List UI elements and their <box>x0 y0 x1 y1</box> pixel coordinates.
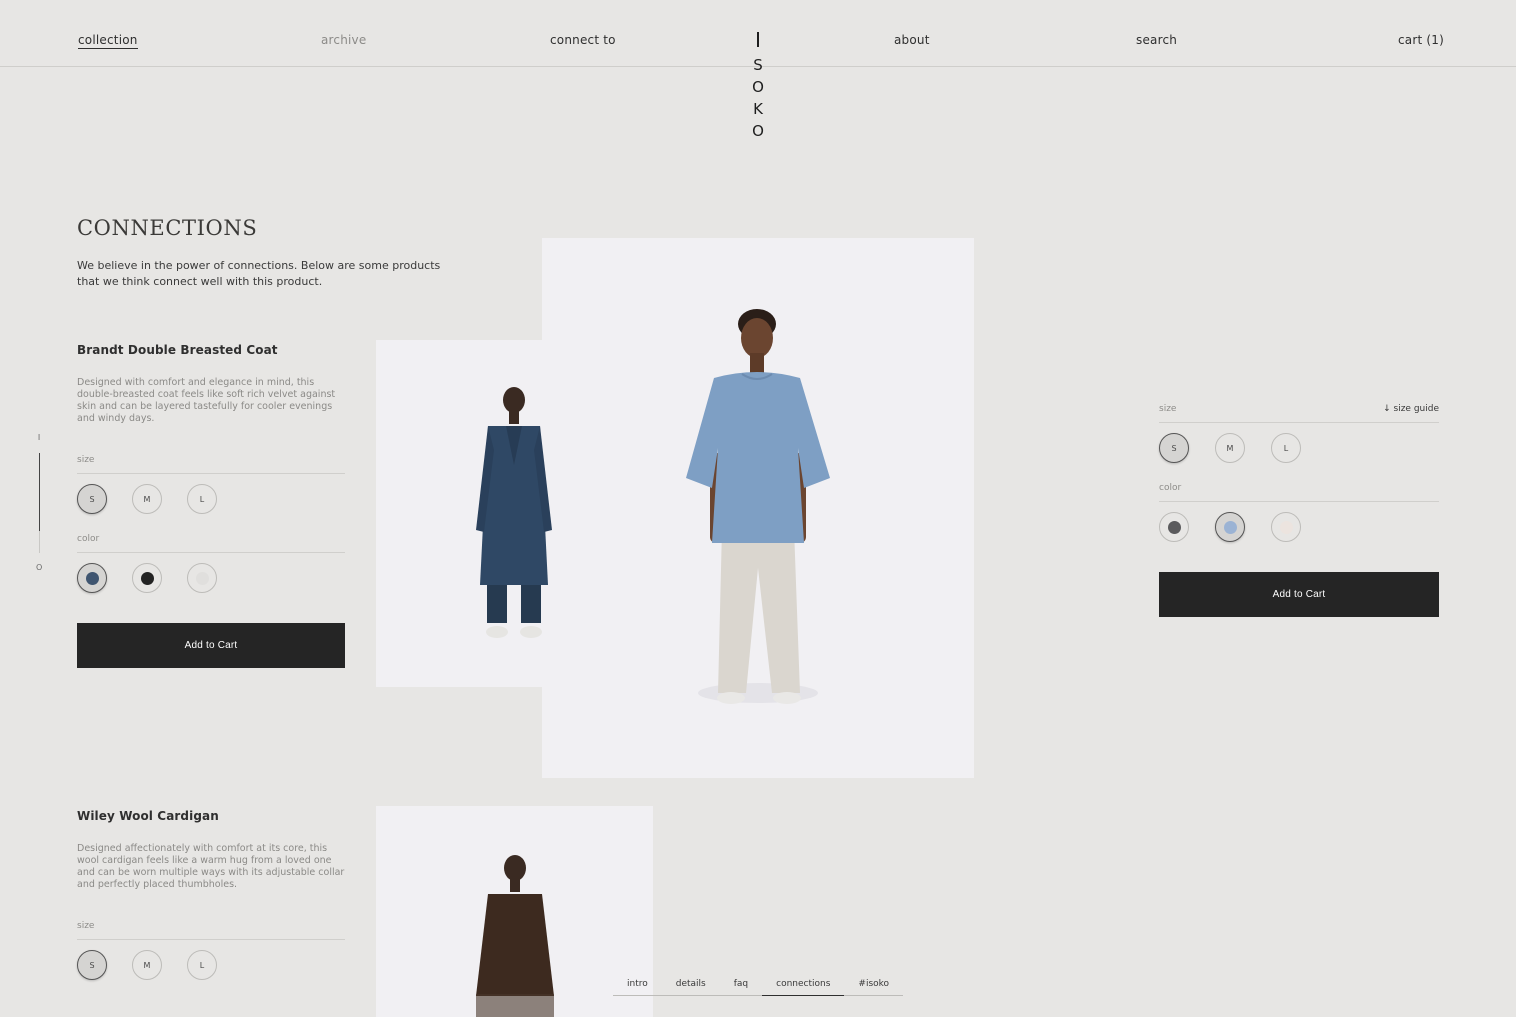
main-product-options: size ↓ size guide S M L color Add to Car… <box>1159 404 1439 617</box>
color-option-charcoal[interactable] <box>1159 512 1189 542</box>
size-option-s[interactable]: S <box>77 950 107 980</box>
section-title: CONNECTIONS <box>77 216 258 240</box>
scroll-progress: I O <box>36 433 42 572</box>
color-option-light-blue[interactable] <box>1215 512 1245 542</box>
size-option-m[interactable]: M <box>132 484 162 514</box>
section-description: We believe in the power of connections. … <box>77 259 441 288</box>
progress-track <box>38 453 40 553</box>
logo-letter: O <box>752 122 764 140</box>
add-to-cart-button[interactable]: Add to Cart <box>77 623 345 668</box>
add-to-cart-button[interactable]: Add to Cart <box>1159 572 1439 617</box>
progress-fill <box>38 453 40 531</box>
size-option-m[interactable]: M <box>132 950 162 980</box>
nav-about[interactable]: about <box>894 33 930 47</box>
nav-archive[interactable]: archive <box>321 33 366 47</box>
product-name[interactable]: Wiley Wool Cardigan <box>77 809 345 823</box>
logo-bar <box>757 32 759 47</box>
section-tabs: intro details faq connections #isoko <box>613 976 903 996</box>
model-coat-illustration <box>476 387 552 638</box>
nav-search[interactable]: search <box>1136 33 1177 47</box>
arrow-down-icon: ↓ <box>1383 404 1394 414</box>
color-label: color <box>77 534 345 553</box>
logo-letter: O <box>752 78 764 96</box>
color-option-light-grey[interactable] <box>187 563 217 593</box>
model-cardigan-illustration <box>476 855 554 1017</box>
tab-faq[interactable]: faq <box>720 976 762 996</box>
connection-product-card: Brandt Double Breasted Coat Designed wit… <box>77 343 345 668</box>
size-option-s[interactable]: S <box>1159 433 1189 463</box>
size-label: size <box>77 921 345 940</box>
tab-intro[interactable]: intro <box>613 976 662 996</box>
nav-cart[interactable]: cart (1) <box>1398 33 1444 47</box>
progress-end: O <box>36 563 43 572</box>
tab-connections[interactable]: connections <box>762 976 845 996</box>
color-label: color <box>1159 483 1439 502</box>
nav-connect-to[interactable]: connect to <box>550 33 616 47</box>
progress-start: I <box>37 433 41 442</box>
size-option-m[interactable]: M <box>1215 433 1245 463</box>
size-label: size <box>77 455 345 474</box>
size-option-s[interactable]: S <box>77 484 107 514</box>
product-image[interactable] <box>376 340 653 687</box>
size-option-l[interactable]: L <box>187 484 217 514</box>
color-option-navy[interactable] <box>77 563 107 593</box>
size-selector: size S M L <box>77 455 345 514</box>
size-label-row: size ↓ size guide <box>1159 404 1439 423</box>
nav-collection[interactable]: collection <box>78 33 138 49</box>
product-name[interactable]: Brandt Double Breasted Coat <box>77 343 345 357</box>
color-option-cream[interactable] <box>1271 512 1301 542</box>
size-option-l[interactable]: L <box>187 950 217 980</box>
color-selector: color <box>1159 483 1439 542</box>
product-image[interactable] <box>376 806 653 1017</box>
size-label: size <box>1159 404 1177 414</box>
color-option-black[interactable] <box>132 563 162 593</box>
size-guide-link[interactable]: ↓ size guide <box>1383 404 1439 414</box>
tab-details[interactable]: details <box>662 976 720 996</box>
size-selector: size S M L <box>77 921 345 980</box>
product-description: Designed affectionately with comfort at … <box>77 843 345 890</box>
brand-logo[interactable]: S O K O <box>749 32 767 142</box>
color-selector: color <box>77 534 345 593</box>
product-description: Designed with comfort and elegance in mi… <box>77 377 336 424</box>
connection-product-card: Wiley Wool Cardigan Designed affectionat… <box>77 809 345 980</box>
logo-letter: S <box>753 56 763 74</box>
size-option-l[interactable]: L <box>1271 433 1301 463</box>
tab-isoko[interactable]: #isoko <box>844 976 903 996</box>
logo-letter: K <box>753 100 763 118</box>
